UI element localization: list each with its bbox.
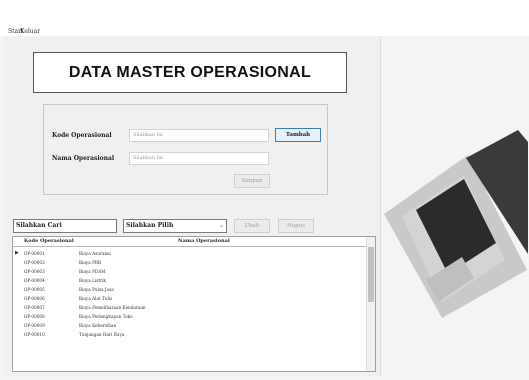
cell-nama[interactable]: Biaya Kebersihan [79, 323, 116, 328]
vertical-scrollbar[interactable] [366, 237, 375, 371]
table-row[interactable]: OP-00007 Biaya Pemeliharaan Kendaraan [13, 304, 368, 311]
search-input[interactable]: Silahkan Cari [13, 219, 117, 233]
table-row[interactable]: OP-00006 Biaya Alat Tulis [13, 295, 368, 302]
cell-kode[interactable]: OP-00004 [24, 278, 45, 283]
cell-nama[interactable]: Biaya Alat Tulis [79, 296, 112, 301]
cell-kode[interactable]: OP-00006 [24, 296, 45, 301]
nama-input[interactable]: Silahkan Isi [129, 152, 269, 165]
cell-nama[interactable]: Biaya PBB [79, 260, 101, 265]
filter-select[interactable]: Silahkan Pilih ⌄ [123, 219, 227, 233]
table-row[interactable]: OP-00005 Biaya Pulsa Jasa [13, 286, 368, 293]
table-row[interactable]: OP-00009 Biaya Kebersihan [13, 322, 368, 329]
cell-nama[interactable]: Biaya Asuransi [79, 251, 111, 256]
cell-nama[interactable]: Biaya Perlengkapan Toko [79, 314, 133, 319]
table-row[interactable]: OP-00003 Biaya PDAM [13, 268, 368, 275]
ubah-button[interactable]: Ubah [234, 219, 270, 233]
kode-label: Kode Operasional [52, 132, 112, 139]
menu-keluar[interactable]: Keluar [20, 28, 40, 35]
filter-select-value: Silahkan Pilih [126, 222, 174, 229]
dropdown-chevron-icon: ⌄ [218, 222, 224, 229]
cell-kode[interactable]: OP-00008 [24, 314, 45, 319]
tambah-button[interactable]: Tambah [275, 128, 321, 142]
menu-bar: Start Keluar [0, 0, 529, 36]
cell-kode[interactable]: OP-00010 [24, 332, 45, 337]
row-selector-icon: ▶ [15, 250, 19, 256]
table-row[interactable]: OP-00004 Biaya Listrik [13, 277, 368, 284]
table-row[interactable]: OP-00010 Tunjangan Hari Raya [13, 331, 368, 338]
cell-kode[interactable]: OP-00002 [24, 260, 45, 265]
cell-nama[interactable]: Biaya Pulsa Jasa [79, 287, 114, 292]
table-row[interactable]: ▶ OP-00001 Biaya Asuransi [13, 250, 368, 257]
cell-kode[interactable]: OP-00005 [24, 287, 45, 292]
cell-kode[interactable]: OP-00007 [24, 305, 45, 310]
nama-label: Nama Operasional [52, 155, 115, 162]
cell-nama[interactable]: Biaya Listrik [79, 278, 106, 283]
table-row[interactable]: OP-00008 Biaya Perlengkapan Toko [13, 313, 368, 320]
column-header-kode[interactable]: Kode Operasional [24, 238, 74, 244]
data-grid[interactable]: Kode Operasional Nama Operasional ▶ OP-00… [12, 236, 376, 372]
column-header-nama[interactable]: Nama Operasional [178, 238, 230, 244]
grid-header: Kode Operasional Nama Operasional [13, 237, 375, 247]
cell-nama[interactable]: Biaya PDAM [79, 269, 106, 274]
cell-kode[interactable]: OP-00009 [24, 323, 45, 328]
kode-input[interactable]: Silahkan Isi [129, 129, 269, 142]
hapus-button[interactable]: Hapus [278, 219, 314, 233]
cell-kode[interactable]: OP-00003 [24, 269, 45, 274]
simpan-button[interactable]: Simpan [234, 174, 270, 188]
cell-nama[interactable]: Biaya Pemeliharaan Kendaraan [79, 305, 146, 310]
table-row[interactable]: OP-00002 Biaya PBB [13, 259, 368, 266]
input-group: Kode Operasional Silahkan Isi Tambah Nam… [43, 104, 328, 195]
scrollbar-thumb[interactable] [368, 247, 374, 302]
laptop-image [384, 130, 528, 318]
cell-nama[interactable]: Tunjangan Hari Raya [79, 332, 124, 337]
cell-kode[interactable]: OP-00001 [24, 251, 45, 256]
page-title: DATA MASTER OPERASIONAL [68, 63, 312, 81]
title-banner: DATA MASTER OPERASIONAL [33, 52, 347, 93]
